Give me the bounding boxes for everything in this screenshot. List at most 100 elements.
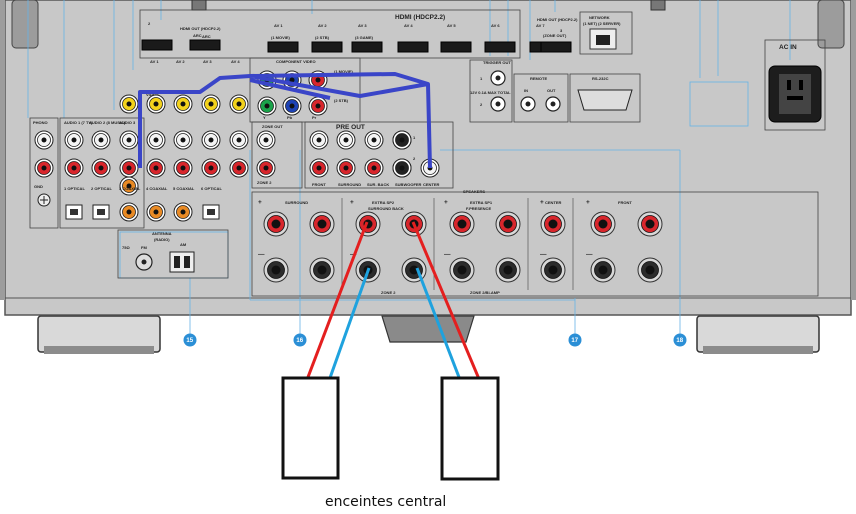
video-jack <box>146 94 166 114</box>
speaker-box-left <box>281 376 340 480</box>
audio-jack-red <box>173 158 193 178</box>
pre-out-channel-label: CENTER <box>423 182 440 187</box>
receiver-feet <box>37 315 820 354</box>
pre-out-subwoofer-1 <box>392 130 412 150</box>
pre-out-jack-l <box>336 130 356 150</box>
speaker-group-subtitle: F.PRESENCE <box>466 206 491 211</box>
speaker-terminal-minus <box>637 257 663 283</box>
hdmi-port-top-label: AV 7 <box>536 23 545 28</box>
trigger-out-label: TRIGGER OUT <box>483 60 511 65</box>
zone-out-label: ZONE OUT <box>262 124 283 129</box>
optical-jack <box>202 204 220 220</box>
speaker-terminal-minus <box>449 257 475 283</box>
hdmi-port-top-label: AV 3 <box>358 23 367 28</box>
av-row-label: AV 2 <box>176 59 185 64</box>
callout-number: 15 <box>186 338 193 344</box>
caption: enceintes central <box>325 494 446 510</box>
pre-out-jack-l <box>309 130 329 150</box>
audio-3-label: AUDIO 3 <box>119 120 136 125</box>
antenna-label: ANTENNA <box>152 231 172 236</box>
pre-out-subwoofer-2 <box>392 158 412 178</box>
speaker-terminal-minus <box>590 257 616 283</box>
speaker-plus-sign: + <box>350 199 354 206</box>
speaker-plus-sign: + <box>444 199 448 206</box>
zone-out-jack-l <box>256 130 276 150</box>
audio-jack-red <box>201 158 221 178</box>
audio-jack-white <box>173 130 193 150</box>
coaxial-jack <box>146 202 166 222</box>
audio-jack-red <box>229 158 249 178</box>
hdmi-port-bottom-label: (1 MOVIE) <box>271 35 291 40</box>
digital-input-label: 2 OPTICAL <box>91 186 112 191</box>
trigger-sub: 12V 0.1A MAX TOTAL <box>470 90 511 95</box>
video-jack <box>173 94 193 114</box>
ac-in-label: AC IN <box>779 44 797 51</box>
speaker-terminal-plus <box>449 211 475 237</box>
av-row-label: AV 3 <box>203 59 212 64</box>
speaker-terminal-plus <box>495 211 521 237</box>
speaker-terminal-plus <box>355 211 381 237</box>
antenna-fm: FM <box>141 245 147 250</box>
av-row-label: AV 1 <box>150 59 159 64</box>
digital-input-label: 1 OPTICAL <box>64 186 85 191</box>
speakers-zone2bi: ZONE 2/BI-AMP <box>470 290 500 295</box>
audio-jack-white <box>146 130 166 150</box>
speaker-terminal-minus <box>540 257 566 283</box>
optical-jack <box>65 204 83 220</box>
audio-jack-red <box>146 158 166 178</box>
pre-out-channel-label: SURROUND <box>338 182 361 187</box>
coaxial-jack <box>119 202 139 222</box>
remote-label: REMOTE <box>530 76 547 81</box>
speaker-group-title: FRONT <box>618 200 632 205</box>
phono-label: PHONO <box>33 120 48 125</box>
hdmi-port-bottom-label: (3 GAME) <box>355 35 374 40</box>
speaker-plus-sign: + <box>586 199 590 206</box>
callout-number: 18 <box>676 338 683 344</box>
pre-out-jack-r <box>309 158 329 178</box>
hdmi-port-top-label: AV 2 <box>318 23 327 28</box>
hdmi-out2-label: HDMI OUT (HDCP2.2) <box>537 17 578 22</box>
speaker-group-title: SURROUND <box>285 200 308 205</box>
audio-jack-white <box>201 130 221 150</box>
hdmi-port-top-label: AV 1 <box>274 23 283 28</box>
hdmi-section-label: HDMI (HDCP2.2) <box>395 14 445 21</box>
component-video-label: COMPONENT VIDEO <box>276 59 316 64</box>
speaker-terminal-minus <box>309 257 335 283</box>
hdmi-port-top-label: AV 6 <box>491 23 500 28</box>
pre-out-jack-l <box>364 130 384 150</box>
pre-out-jack-r <box>364 158 384 178</box>
speaker-plus-sign: + <box>540 199 544 206</box>
audio-jack-white <box>229 130 249 150</box>
speaker-group-title: EXTRA SP2 <box>372 200 395 205</box>
speaker-group-title: EXTRA SP1 <box>470 200 493 205</box>
hdmi-out2-sub: (ZONE OUT) <box>543 33 567 38</box>
video-jack <box>201 94 221 114</box>
digital-input-label: 5 COAXIAL <box>173 186 195 191</box>
component-jack <box>282 96 302 116</box>
speaker-terminal-plus <box>590 211 616 237</box>
speakers-label: SPEAKERS <box>463 189 485 194</box>
component-pb: Pb <box>287 115 293 120</box>
callout-badge: 16 <box>293 333 307 347</box>
component-sub2: (2 STB) <box>334 98 349 103</box>
digital-input-label: 6 OPTICAL <box>201 186 222 191</box>
speaker-terminal-minus <box>495 257 521 283</box>
hdmi-port-top-label: AV 4 <box>404 23 413 28</box>
pre-out-channel-label: FRONT <box>312 182 326 187</box>
audio-jack-white <box>91 130 111 150</box>
receiver-rear-panel-diagram: HDMI (HDCP2.2) HDMI OUT (HDCP2.2) ARC HD… <box>0 0 856 510</box>
speaker-terminal-plus <box>540 211 566 237</box>
antenna-am: AM <box>180 242 187 247</box>
pre-out-label: PRE OUT <box>336 124 365 131</box>
hdmi-out-arc: ARC <box>202 34 211 39</box>
digital-input-label: 4 COAXIAL <box>146 186 168 191</box>
component-pr: Pr <box>312 115 317 120</box>
callout-badge: 15 <box>183 333 197 347</box>
audio-jack-red <box>34 158 54 178</box>
audio-jack-white <box>119 130 139 150</box>
coaxial-jack <box>173 202 193 222</box>
speaker-plus-sign: + <box>258 199 262 206</box>
network-label: NETWORK <box>589 15 610 20</box>
hdmi-out-label: HDMI OUT (HDCP2.2) <box>180 26 221 31</box>
video-jack <box>119 94 139 114</box>
